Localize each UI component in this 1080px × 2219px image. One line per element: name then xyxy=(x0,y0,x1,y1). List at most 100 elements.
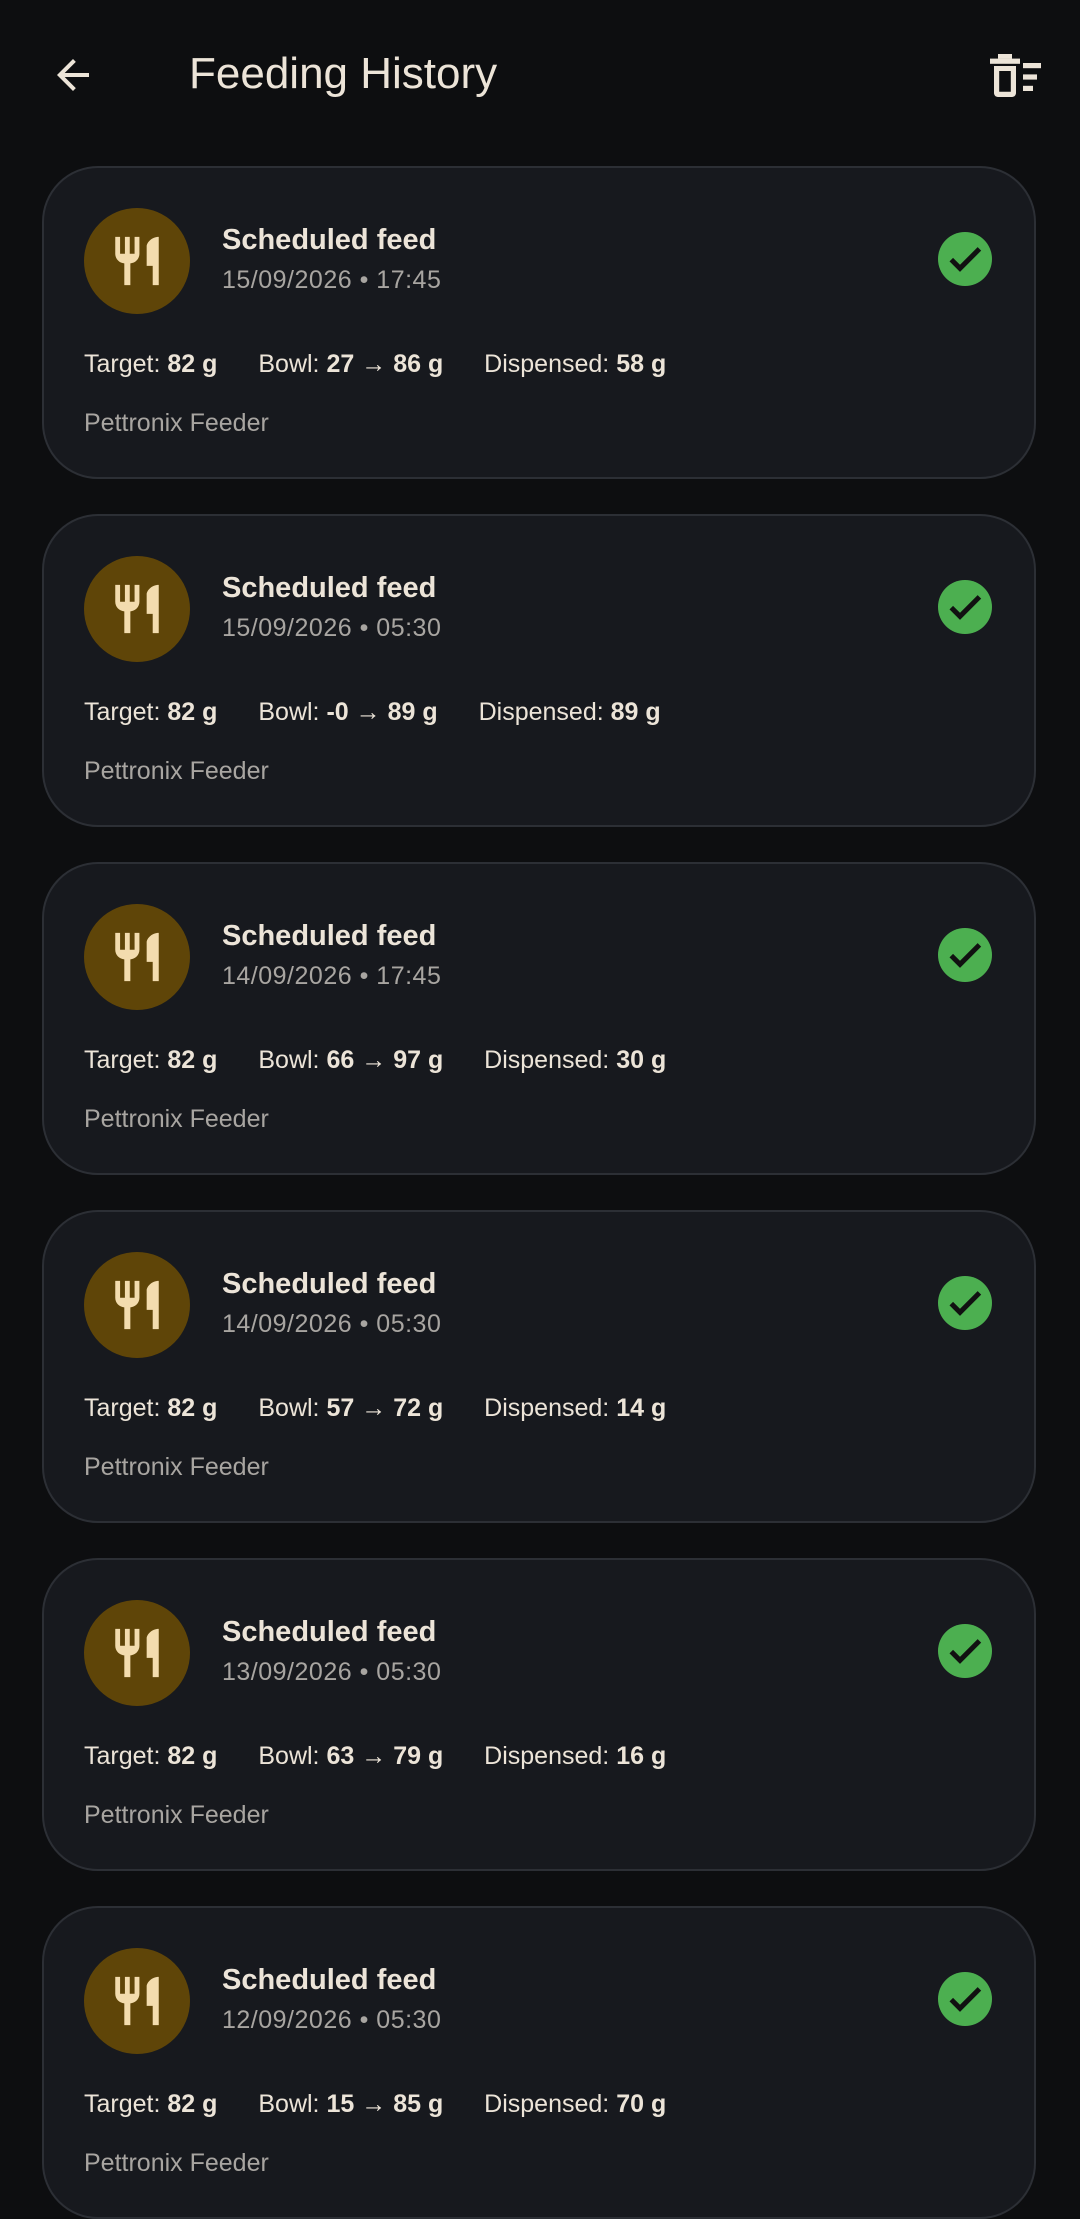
dispensed-value: 89 g xyxy=(610,698,661,726)
dispensed-label: Dispensed: xyxy=(478,698,604,726)
dispensed-value: 14 g xyxy=(616,1394,667,1422)
feeding-entry-card[interactable]: Scheduled feed 12/09/2026 • 05:30 Target… xyxy=(42,1906,1036,2219)
dispensed-stat: Dispensed: 89 g xyxy=(479,698,661,727)
entry-date: 15/09/2026 xyxy=(222,266,353,294)
entry-time: 17:45 xyxy=(376,266,442,294)
bowl-label: Bowl: xyxy=(258,1046,320,1074)
check-icon xyxy=(949,247,982,272)
dispensed-value: 70 g xyxy=(616,2090,667,2118)
bowl-stat: Bowl: 63 → 79 g xyxy=(258,1742,443,1771)
entry-title: Scheduled feed xyxy=(222,920,437,952)
target-label: Target: xyxy=(84,2090,161,2118)
dispensed-value: 58 g xyxy=(616,350,667,378)
restaurant-icon xyxy=(115,1628,159,1678)
target-label: Target: xyxy=(84,698,161,726)
entry-stats: Target: 82 g Bowl: 63 → 79 g Dispensed: … xyxy=(84,1742,700,1771)
bowl-label: Bowl: xyxy=(258,1394,320,1422)
dispensed-value: 30 g xyxy=(616,1046,667,1074)
entry-timestamp: 12/09/2026 • 05:30 xyxy=(222,2006,441,2035)
device-name: Pettronix Feeder xyxy=(84,1105,269,1133)
feeding-entry-card[interactable]: Scheduled feed 13/09/2026 • 05:30 Target… xyxy=(42,1558,1036,1871)
feeding-entry-card[interactable]: Scheduled feed 15/09/2026 • 05:30 Target… xyxy=(42,514,1036,827)
feeding-entry-card[interactable]: Scheduled feed 15/09/2026 • 17:45 Target… xyxy=(42,166,1036,479)
entry-date: 12/09/2026 xyxy=(222,2006,353,2034)
device-name: Pettronix Feeder xyxy=(84,2149,269,2177)
entry-title: Scheduled feed xyxy=(222,1616,437,1648)
bowl-label: Bowl: xyxy=(258,1742,320,1770)
bowl-value: 27 → 86 g xyxy=(326,350,444,378)
status-badge xyxy=(938,928,992,982)
dispensed-label: Dispensed: xyxy=(484,2090,610,2118)
restaurant-icon xyxy=(115,1280,159,1330)
entry-date: 14/09/2026 xyxy=(222,962,353,990)
dispensed-label: Dispensed: xyxy=(484,1394,610,1422)
feeding-entry-card[interactable]: Scheduled feed 14/09/2026 • 05:30 Target… xyxy=(42,1210,1036,1523)
entry-title: Scheduled feed xyxy=(222,1964,437,1996)
dispensed-stat: Dispensed: 16 g xyxy=(484,1742,666,1771)
entry-time: 05:30 xyxy=(376,1658,442,1686)
entry-timestamp: 15/09/2026 • 05:30 xyxy=(222,614,441,643)
bowl-value: 57 → 72 g xyxy=(326,1394,444,1422)
restaurant-icon xyxy=(115,932,159,982)
entry-title: Scheduled feed xyxy=(222,224,437,256)
delete-sweep-icon xyxy=(990,54,1041,97)
bowl-value: 63 → 79 g xyxy=(326,1742,444,1770)
target-stat: Target: 82 g xyxy=(84,350,217,379)
entry-time: 17:45 xyxy=(376,962,442,990)
bowl-stat: Bowl: 57 → 72 g xyxy=(258,1394,443,1423)
bowl-stat: Bowl: 27 → 86 g xyxy=(258,350,443,379)
bowl-stat: Bowl: 66 → 97 g xyxy=(258,1046,443,1075)
target-value: 82 g xyxy=(167,1394,218,1422)
bowl-label: Bowl: xyxy=(258,698,320,726)
bowl-stat: Bowl: -0 → 89 g xyxy=(258,698,437,727)
bowl-label: Bowl: xyxy=(258,2090,320,2118)
entry-timestamp: 14/09/2026 • 05:30 xyxy=(222,1310,441,1339)
check-icon xyxy=(949,1639,982,1664)
target-label: Target: xyxy=(84,350,161,378)
entry-time: 05:30 xyxy=(376,2006,442,2034)
dispensed-stat: Dispensed: 30 g xyxy=(484,1046,666,1075)
target-stat: Target: 82 g xyxy=(84,698,217,727)
bowl-value: 15 → 85 g xyxy=(326,2090,444,2118)
dispensed-stat: Dispensed: 70 g xyxy=(484,2090,666,2119)
device-name: Pettronix Feeder xyxy=(84,409,269,437)
check-icon xyxy=(949,943,982,968)
target-value: 82 g xyxy=(167,698,218,726)
dispensed-label: Dispensed: xyxy=(484,1046,610,1074)
target-value: 82 g xyxy=(167,2090,218,2118)
target-value: 82 g xyxy=(167,1742,218,1770)
dispensed-label: Dispensed: xyxy=(484,1742,610,1770)
device-name: Pettronix Feeder xyxy=(84,1453,269,1481)
feed-avatar xyxy=(84,1252,190,1358)
separator-dot: • xyxy=(359,962,369,990)
check-icon xyxy=(949,1291,982,1316)
status-badge xyxy=(938,1276,992,1330)
back-button[interactable] xyxy=(42,44,104,106)
target-stat: Target: 82 g xyxy=(84,1742,217,1771)
dispensed-stat: Dispensed: 58 g xyxy=(484,350,666,379)
target-label: Target: xyxy=(84,1046,161,1074)
entry-title: Scheduled feed xyxy=(222,1268,437,1300)
check-icon xyxy=(949,1987,982,2012)
device-name: Pettronix Feeder xyxy=(84,757,269,785)
device-name: Pettronix Feeder xyxy=(84,1801,269,1829)
entry-stats: Target: 82 g Bowl: -0 → 89 g Dispensed: … xyxy=(84,698,695,727)
feed-avatar xyxy=(84,1948,190,2054)
bowl-stat: Bowl: 15 → 85 g xyxy=(258,2090,443,2119)
entry-time: 05:30 xyxy=(376,614,442,642)
feeding-entry-card[interactable]: Scheduled feed 14/09/2026 • 17:45 Target… xyxy=(42,862,1036,1175)
entry-date: 14/09/2026 xyxy=(222,1310,353,1338)
clear-history-button[interactable] xyxy=(982,44,1050,106)
dispensed-stat: Dispensed: 14 g xyxy=(484,1394,666,1423)
target-label: Target: xyxy=(84,1394,161,1422)
entry-date: 13/09/2026 xyxy=(222,1658,353,1686)
status-badge xyxy=(938,232,992,286)
app-bar: Feeding History xyxy=(0,0,1080,150)
entry-timestamp: 13/09/2026 • 05:30 xyxy=(222,1658,441,1687)
entry-time: 05:30 xyxy=(376,1310,442,1338)
restaurant-icon xyxy=(115,236,159,286)
entry-date: 15/09/2026 xyxy=(222,614,353,642)
feed-avatar xyxy=(84,208,190,314)
restaurant-icon xyxy=(115,584,159,634)
bowl-value: 66 → 97 g xyxy=(326,1046,444,1074)
